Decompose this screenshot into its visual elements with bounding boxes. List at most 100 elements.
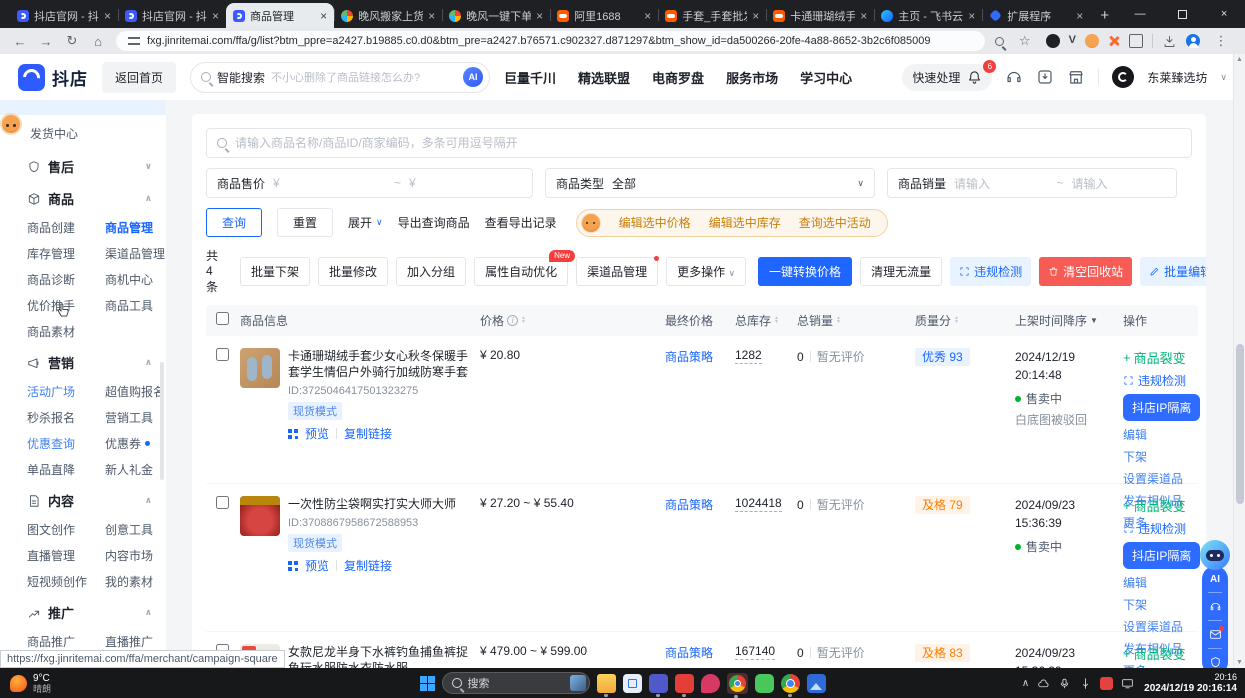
security-app-icon[interactable] [1100, 677, 1113, 690]
sidebar-item-product-management[interactable]: 商品管理 [105, 219, 166, 236]
sidebar-item[interactable]: 商品工具 [105, 297, 166, 314]
sidebar-group-header-marketing[interactable]: 营销 ∧ [0, 353, 166, 372]
sidebar-item[interactable]: 商品创建 [27, 219, 91, 236]
extensions-puzzle-icon[interactable] [1129, 34, 1143, 48]
edit-selected-price-button[interactable]: 编辑选中价格 [619, 214, 691, 231]
product-stock[interactable]: 167140 [735, 644, 775, 660]
minimize-button[interactable]: — [1119, 0, 1161, 28]
copy-link[interactable]: 复制链接 [344, 425, 392, 442]
close-tab-icon[interactable]: × [644, 9, 651, 23]
browser-tab-active[interactable]: 商品管理 × [226, 3, 334, 28]
sidebar-item[interactable]: 商品诊断 [27, 271, 91, 288]
sidebar-item[interactable]: 秒杀报名 [27, 409, 91, 426]
export-products-button[interactable]: 导出查询商品 [398, 214, 470, 231]
tray-expand-icon[interactable]: ∧ [1022, 678, 1029, 689]
taskbar-search[interactable]: 搜索 [442, 672, 590, 694]
query-selected-activity-button[interactable]: 查询选中活动 [799, 214, 871, 231]
browser-tab[interactable]: 主页 - 飞书云文档 × [874, 3, 982, 28]
active-browser-icon[interactable] [729, 675, 746, 692]
ai-label[interactable]: AI [1210, 574, 1220, 585]
zoom-icon[interactable] [995, 37, 1004, 46]
shop-name[interactable]: 东莱臻选坊 [1147, 69, 1207, 86]
back-icon[interactable]: ← [8, 34, 32, 49]
product-title[interactable]: 女款尼龙半身下水裤钓鱼捕鱼裤捉鱼玩水服防水衣防水服 [288, 644, 470, 668]
qrcode-icon[interactable] [288, 429, 298, 439]
chevron-down-icon[interactable]: ∨ [145, 161, 152, 172]
keyword-input[interactable] [235, 136, 1181, 150]
product-title[interactable]: 卡通珊瑚绒手套少女心秋冬保暖手套学生情侣户外骑行加绒防寒手套 [288, 348, 470, 380]
message-icon[interactable] [1209, 628, 1222, 641]
browser-tab[interactable]: 卡通珊瑚绒手套少 × [766, 3, 874, 28]
preview-link[interactable]: 预览 [305, 425, 329, 442]
chevron-up-icon[interactable]: ∧ [145, 495, 152, 506]
sidebar-item[interactable]: 创意工具 [105, 521, 166, 538]
product-fission-button[interactable]: +商品裂变 [1123, 644, 1186, 663]
scroll-up-arrow[interactable]: ▲ [1236, 56, 1243, 63]
quality-score-badge[interactable]: 及格 83 [915, 644, 970, 662]
taskbar-clock[interactable]: 20:16 2024/12/19 20:16:14 [1144, 672, 1237, 694]
cloud-icon[interactable] [1037, 677, 1050, 690]
extension-cross-icon[interactable] [1108, 35, 1120, 47]
page-scrollbar[interactable]: ▲ ▼ [1233, 54, 1245, 668]
close-tab-icon[interactable]: × [104, 9, 111, 23]
sidebar-item[interactable]: 库存管理 [27, 245, 91, 262]
sidebar-item[interactable]: 活动广场 [27, 383, 91, 400]
chevron-up-icon[interactable]: ∧ [145, 193, 152, 204]
close-tab-icon[interactable]: × [320, 9, 327, 23]
back-home-button[interactable]: 返回首页 [102, 62, 176, 93]
sidebar-item[interactable]: 优惠查询 [27, 435, 91, 452]
auto-optimize-button[interactable]: 属性自动优化New [474, 257, 568, 286]
browser-tab[interactable]: 抖店官网 - 抖音小 × [10, 3, 118, 28]
browser-menu-icon[interactable]: ⋮ [1209, 33, 1233, 49]
sort-icons[interactable]: ▲▼ [836, 316, 841, 324]
price-range-filter[interactable]: 商品售价 ¥ ~ ¥ [206, 168, 533, 198]
chevron-up-icon[interactable]: ∧ [145, 357, 152, 368]
home-icon[interactable]: ⌂ [86, 34, 110, 49]
browser-tab[interactable]: 阿里1688 × [550, 3, 658, 28]
add-to-group-button[interactable]: 加入分组 [396, 257, 466, 286]
browser-tab[interactable]: 手套_手套批发_手 × [658, 3, 766, 28]
set-channel-link[interactable]: 设置渠道品 [1123, 618, 1183, 635]
sidebar-item[interactable]: 图文创作 [27, 521, 91, 538]
chevron-up-icon[interactable]: ∧ [145, 607, 152, 618]
sidebar-group-header-goods[interactable]: 商品 ∧ [0, 189, 166, 208]
reset-button[interactable]: 重置 [277, 208, 333, 237]
sidebar-item-shipping-center[interactable]: 发货中心 [0, 115, 166, 144]
offshelf-link[interactable]: 下架 [1123, 448, 1147, 465]
browser-tab[interactable]: 晚风搬家上货 × [334, 3, 442, 28]
download-icon[interactable] [1162, 34, 1177, 49]
chevron-down-icon[interactable]: ∨ [1220, 72, 1227, 83]
violation-check-link[interactable]: 违规检测 [1123, 372, 1186, 389]
violation-check-link[interactable]: 违规检测 [1123, 520, 1186, 537]
offshelf-link[interactable]: 下架 [1123, 596, 1147, 613]
batch-modify-button[interactable]: 批量修改 [318, 257, 388, 286]
browser-tab[interactable]: 抖店官网 - 抖音小 × [118, 3, 226, 28]
price-strategy-link[interactable]: 商品策略 [665, 348, 735, 365]
teams-icon[interactable] [649, 674, 668, 693]
batch-edit-products-button[interactable]: 批量编辑商品 [1140, 257, 1206, 286]
active-app-highlight[interactable] [727, 673, 748, 694]
batch-offshelf-button[interactable]: 批量下架 [240, 257, 310, 286]
extension-v-icon[interactable]: V [1069, 34, 1076, 48]
bell-icon[interactable] [967, 70, 982, 85]
usb-icon[interactable] [1079, 677, 1092, 690]
photos-icon[interactable] [807, 674, 826, 693]
close-tab-icon[interactable]: × [536, 9, 543, 23]
fox-extension-icon[interactable] [0, 113, 22, 135]
storefront-icon[interactable] [1067, 68, 1085, 86]
new-tab-button[interactable]: + [1090, 3, 1119, 28]
violation-check-button[interactable]: 违规检测 [950, 257, 1031, 286]
mic-icon[interactable] [1058, 677, 1071, 690]
download-center-icon[interactable] [1036, 68, 1054, 86]
doudian-ip-button[interactable]: 抖店IP隔离 [1123, 542, 1200, 569]
browser-tab[interactable]: 晚风一键下单 - 多 × [442, 3, 550, 28]
ai-search-icon[interactable]: AI [463, 67, 483, 87]
sidebar-item[interactable]: 超值购报名 [105, 383, 166, 400]
sidebar-item[interactable]: 商机中心 [105, 271, 166, 288]
product-title[interactable]: 一次性防尘袋啊实打实大师大师 [288, 496, 456, 512]
quick-handle-button[interactable]: 快速处理 6 [902, 64, 992, 91]
browser-profile-avatar[interactable] [1186, 34, 1200, 48]
file-explorer-icon[interactable] [597, 674, 616, 693]
row-checkbox[interactable] [216, 496, 229, 509]
sidebar-item[interactable]: 直播管理 [27, 547, 91, 564]
